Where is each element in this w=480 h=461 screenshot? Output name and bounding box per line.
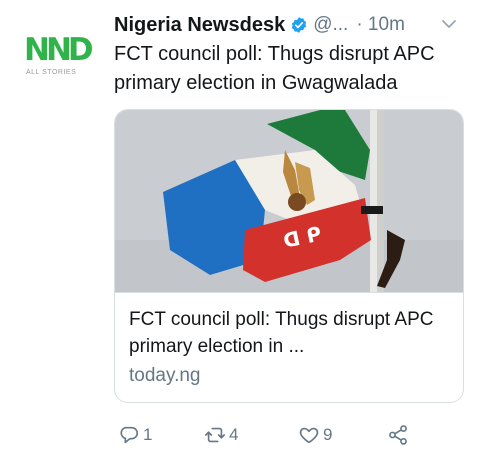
avatar-logo-subtext: ALL STORIES (26, 69, 77, 76)
reply-count: 1 (143, 425, 153, 444)
link-card[interactable]: ᗡ ᑭ FCT council poll: Thugs disrupt APC … (114, 109, 464, 403)
author-handle[interactable]: @... (313, 14, 348, 36)
tweet-text: FCT council poll: Thugs disrupt APC prim… (114, 43, 435, 94)
verified-badge-icon (290, 16, 308, 34)
author-name[interactable]: Nigeria Newsdesk (114, 14, 285, 37)
card-title: FCT council poll: Thugs disrupt APC prim… (129, 309, 434, 357)
share-button[interactable] (387, 423, 409, 447)
retweet-button[interactable]: 4 (204, 423, 238, 447)
share-icon (389, 425, 407, 445)
tweet-timestamp[interactable]: · 10m (356, 14, 405, 36)
retweet-icon (205, 427, 225, 443)
avatar-logo-text: NND (24, 32, 94, 68)
reply-button[interactable]: 1 (118, 423, 152, 447)
reply-icon (120, 426, 138, 444)
tweet-header: Nigeria Newsdesk @... · 10m (114, 13, 405, 37)
chevron-down-icon[interactable] (440, 17, 458, 31)
like-button[interactable]: 9 (298, 423, 332, 447)
author-avatar[interactable]: NND ALL STORIES (18, 30, 94, 86)
card-image[interactable]: ᗡ ᑭ (115, 110, 463, 293)
heart-icon (299, 427, 319, 444)
retweet-count: 4 (229, 425, 239, 444)
card-domain: today.ng (129, 365, 201, 386)
like-count: 9 (323, 425, 333, 444)
